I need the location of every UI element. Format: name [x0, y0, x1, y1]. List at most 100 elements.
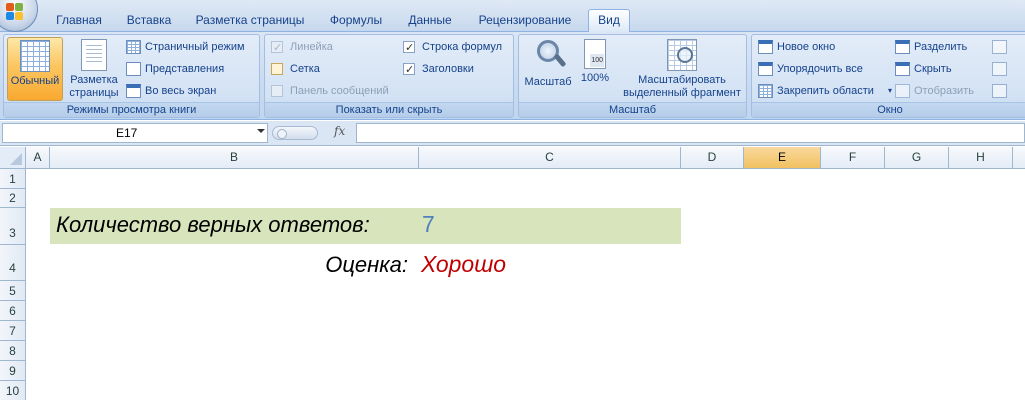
tab-review[interactable]: Рецензирование	[468, 10, 582, 32]
zoom-selection-label-1: Масштабировать	[638, 74, 726, 86]
office-button[interactable]	[0, 0, 38, 32]
view-side-by-side-button[interactable]	[992, 38, 1008, 56]
formula-bar-resize-handle[interactable]	[272, 126, 318, 140]
gridlines-check-icon	[271, 63, 283, 75]
group-label-show-hide: Показать или скрыть	[265, 102, 513, 117]
gridlines-label: Сетка	[290, 63, 320, 75]
split-label: Разделить	[914, 41, 968, 53]
unhide-window-label: Отобразить	[914, 85, 974, 97]
column-header-f[interactable]: F	[821, 147, 885, 169]
reset-position-icon	[992, 84, 1007, 98]
tab-view[interactable]: Вид	[588, 9, 630, 33]
split-icon	[895, 40, 910, 54]
sync-scroll-icon	[992, 62, 1007, 76]
tab-data[interactable]: Данные	[400, 10, 460, 32]
row-header-6[interactable]: 6	[0, 301, 26, 321]
message-bar-label: Панель сообщений	[290, 85, 389, 97]
select-all-corner[interactable]	[0, 147, 26, 169]
zoom-label: Масштаб	[524, 76, 572, 88]
row-header-1[interactable]: 1	[0, 169, 26, 189]
column-header-g[interactable]: G	[885, 147, 949, 169]
normal-view-button[interactable]: Обычный	[7, 37, 63, 101]
zoom-selection-label-2: выделенный фрагмент	[623, 87, 741, 99]
ruler-check-icon	[271, 39, 283, 57]
reset-window-position-button[interactable]	[992, 82, 1008, 100]
formula-bar: E17 fx	[0, 121, 1025, 146]
tab-home[interactable]: Главная	[48, 10, 110, 32]
cell-b4-grade-label[interactable]: Оценка:	[325, 252, 408, 278]
headings-check-icon	[403, 61, 415, 79]
column-header-next[interactable]	[1013, 147, 1025, 169]
tab-formulas[interactable]: Формулы	[320, 10, 392, 32]
name-box-dropdown-icon[interactable]	[257, 129, 265, 133]
custom-views-label: Представления	[145, 63, 225, 75]
freeze-panes-icon	[758, 84, 773, 98]
unhide-window-icon	[895, 84, 910, 98]
zoom-100-icon-text: 100	[590, 54, 604, 67]
page-layout-view-button[interactable]: Разметка страницы	[66, 37, 122, 101]
headings-label: Заголовки	[422, 63, 474, 75]
row-header-3[interactable]: 3	[0, 208, 26, 245]
tab-insert[interactable]: Вставка	[118, 10, 180, 32]
full-screen-icon	[126, 84, 141, 98]
column-header-e[interactable]: E	[744, 147, 821, 169]
page-layout-icon	[81, 39, 107, 71]
ribbon-tab-strip: Главная Вставка Разметка страницы Формул…	[0, 0, 1025, 33]
row-header-2[interactable]: 2	[0, 189, 26, 208]
ribbon: Обычный Разметка страницы Страничный реж…	[0, 32, 1025, 120]
column-header-c[interactable]: C	[419, 147, 681, 169]
worksheet-grid[interactable]	[26, 169, 1025, 400]
row-header-10[interactable]: 10	[0, 381, 26, 400]
row-header-4[interactable]: 4	[0, 245, 26, 281]
group-label-zoom: Масштаб	[519, 102, 746, 117]
zoom-button[interactable]: Масштаб	[521, 37, 575, 101]
new-window-label: Новое окно	[777, 41, 836, 53]
column-header-d[interactable]: D	[681, 147, 744, 169]
tab-page-layout[interactable]: Разметка страницы	[188, 10, 312, 32]
page-break-icon	[126, 40, 141, 54]
group-zoom: Масштаб 100 100% Масштабировать выделенн…	[518, 34, 747, 118]
custom-views-icon	[126, 62, 141, 76]
hide-window-icon	[895, 62, 910, 76]
row-header-9[interactable]: 9	[0, 361, 26, 381]
side-by-side-icon	[992, 40, 1007, 54]
formula-input[interactable]	[356, 123, 1025, 143]
insert-function-icon[interactable]: fx	[334, 124, 345, 138]
row-header-5[interactable]: 5	[0, 281, 26, 301]
ruler-label: Линейка	[290, 41, 333, 53]
message-bar-check-icon	[271, 85, 283, 97]
group-label-workbook-views: Режимы просмотра книги	[4, 102, 259, 117]
synchronous-scroll-button[interactable]	[992, 60, 1008, 78]
zoom-100-label: 100%	[580, 72, 610, 84]
zoom-100-button[interactable]: 100 100%	[577, 37, 613, 101]
freeze-panes-dropdown-icon: ▾	[888, 86, 893, 95]
arrange-all-icon	[758, 62, 773, 76]
column-header-b[interactable]: B	[50, 147, 419, 169]
row-header-7[interactable]: 7	[0, 321, 26, 341]
normal-view-icon	[20, 40, 50, 72]
page-layout-label-2: страницы	[69, 87, 119, 99]
column-header-h[interactable]: H	[949, 147, 1013, 169]
hide-window-label: Скрыть	[914, 63, 952, 75]
full-screen-label: Во весь экран	[145, 85, 217, 97]
zoom-100-icon: 100	[584, 39, 606, 69]
zoom-selection-icon	[667, 39, 697, 71]
group-show-hide: Линейка Сетка Панель сообщений Строка фо…	[264, 34, 514, 118]
cell-b3-correct-answers-label[interactable]: Количество верных ответов:	[56, 212, 370, 238]
arrange-all-label: Упорядочить все	[777, 63, 863, 75]
row-header-8[interactable]: 8	[0, 341, 26, 361]
magnifier-icon	[534, 39, 562, 73]
page-break-label: Страничный режим	[145, 41, 245, 53]
cell-c3-correct-answers-value[interactable]: 7	[422, 211, 435, 238]
name-box[interactable]: E17	[2, 123, 268, 143]
cell-c4-grade-value[interactable]: Хорошо	[421, 251, 506, 278]
zoom-to-selection-button[interactable]: Масштабировать выделенный фрагмент	[617, 37, 747, 103]
formula-bar-label: Строка формул	[422, 41, 503, 53]
page-layout-label-1: Разметка	[70, 74, 118, 86]
group-workbook-views: Обычный Разметка страницы Страничный реж…	[3, 34, 260, 118]
normal-view-label: Обычный	[10, 75, 60, 87]
new-window-icon	[758, 40, 773, 54]
office-logo-icon	[6, 3, 24, 21]
column-header-a[interactable]: A	[26, 147, 50, 169]
formula-bar-check-icon	[403, 39, 415, 57]
